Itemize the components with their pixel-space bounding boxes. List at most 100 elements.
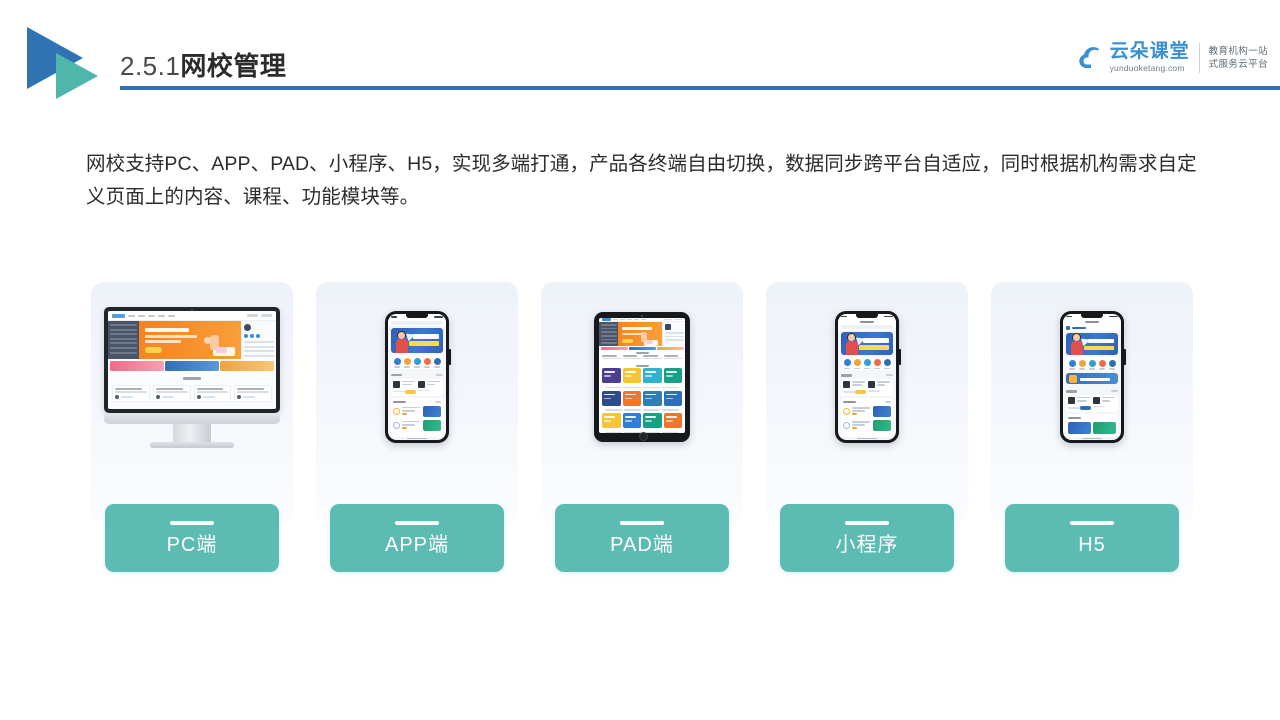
phone-notch xyxy=(1081,314,1103,318)
platform-label-text: H5 xyxy=(1078,533,1106,556)
imac-stand-neck xyxy=(173,424,211,443)
mock-category xyxy=(843,359,851,370)
platform-card-app[interactable]: APP端 xyxy=(316,282,518,572)
title-underline-rule xyxy=(120,86,1280,90)
mock-course-list xyxy=(391,397,443,438)
mock-course-item xyxy=(393,380,416,394)
smartphone-icon xyxy=(385,311,451,443)
platform-card-pad[interactable]: PAD端 xyxy=(541,282,743,572)
device-mockup-phone-miniapp xyxy=(766,282,968,472)
platform-card-h5[interactable]: H5 xyxy=(991,282,1193,572)
platform-label-miniapp[interactable]: 小程序 xyxy=(780,504,954,572)
mock-nav-item xyxy=(168,314,175,317)
phone-screen xyxy=(388,314,446,440)
platform-card-miniapp[interactable]: 小程序 xyxy=(766,282,968,572)
cloud-icon xyxy=(1078,45,1108,71)
smartphone-icon xyxy=(835,311,901,443)
mock-course-card xyxy=(152,385,191,402)
brand-name-cn: 云朵课堂 xyxy=(1109,41,1190,62)
mock-category xyxy=(883,359,891,370)
mock-tile-row xyxy=(602,413,682,428)
tablet-icon xyxy=(594,312,690,442)
tablet-home-button[interactable] xyxy=(638,431,648,441)
mock-category xyxy=(1098,359,1106,370)
device-mockup-tablet xyxy=(541,282,743,472)
mock-hero-banner xyxy=(1066,332,1118,356)
mock-category xyxy=(873,359,881,370)
mock-category xyxy=(393,357,401,368)
mock-course-row xyxy=(841,378,893,396)
mock-category xyxy=(1088,359,1096,370)
mock-list-item xyxy=(843,406,891,418)
mock-category xyxy=(1068,359,1076,370)
mock-nav-item xyxy=(158,314,165,317)
device-mockup-imac xyxy=(91,282,293,472)
mock-list-item xyxy=(393,420,441,432)
platform-card-row: PC端 APP端 PAD端 小程序 H5 xyxy=(91,282,1193,572)
mock-pad-sidebar xyxy=(599,322,618,346)
platform-label-text: 小程序 xyxy=(835,533,899,556)
mock-banner-illustration xyxy=(191,325,237,356)
phone-screen xyxy=(1063,314,1121,440)
mock-category xyxy=(1078,359,1086,370)
platform-label-app[interactable]: APP端 xyxy=(330,504,504,572)
label-divider-dash xyxy=(1070,520,1114,525)
mock-course-list xyxy=(1066,413,1118,438)
brand-domain: yunduoketang.com xyxy=(1109,63,1185,73)
mock-course-card xyxy=(234,385,272,402)
phone-home-indicator xyxy=(838,437,896,440)
mock-search-bar xyxy=(838,324,896,331)
platform-label-pc[interactable]: PC端 xyxy=(105,504,279,572)
mock-course-row xyxy=(391,378,443,396)
mock-course-list xyxy=(108,385,276,402)
platform-label-text: APP端 xyxy=(384,533,450,556)
page-title: 2.5.1网校管理 xyxy=(120,46,286,83)
platform-label-text: PAD端 xyxy=(610,533,674,556)
mock-hero-banner xyxy=(391,328,443,353)
mock-pc-section xyxy=(108,372,276,409)
brand-logo: 云朵课堂 yunduoketang.com xyxy=(1078,42,1190,74)
mock-course-item xyxy=(843,380,866,394)
mock-tile-row xyxy=(602,368,682,383)
mock-pad-aside xyxy=(662,322,685,346)
double-triangle-play-logo xyxy=(27,27,111,99)
platform-label-pad[interactable]: PAD端 xyxy=(555,504,729,572)
logo-triangle-teal xyxy=(56,53,98,99)
brand-tagline-line2: 式服务云平台 xyxy=(1208,59,1268,70)
brand-text: 云朵课堂 yunduoketang.com xyxy=(1110,42,1190,74)
mock-pc-banner xyxy=(139,321,241,359)
mock-thumb-row xyxy=(1068,422,1116,435)
mock-pad-course-row xyxy=(599,355,685,364)
mock-section-header xyxy=(391,371,443,379)
mock-site-logo xyxy=(1066,325,1070,330)
mock-course-row xyxy=(1066,394,1118,412)
mock-category xyxy=(863,359,871,370)
imac-screen-content xyxy=(108,311,276,409)
platform-label-h5[interactable]: H5 xyxy=(1005,504,1179,572)
mock-course-item xyxy=(868,380,891,394)
mock-pad-tile-grid xyxy=(599,368,685,433)
mock-pad-hero xyxy=(599,322,685,346)
mock-category-row xyxy=(841,356,893,370)
label-divider-dash xyxy=(395,520,439,525)
phone-home-indicator xyxy=(1063,437,1121,440)
mock-category xyxy=(853,359,861,370)
brand-divider xyxy=(1198,43,1200,73)
label-divider-dash xyxy=(845,520,889,525)
label-divider-dash xyxy=(620,520,664,525)
mock-course-item xyxy=(418,380,441,394)
mock-pc-hero xyxy=(108,321,276,359)
smartphone-icon xyxy=(1060,311,1126,443)
mock-search-bar xyxy=(388,319,446,327)
mock-pc-logo xyxy=(112,313,125,318)
mock-pc-navbar xyxy=(108,311,276,321)
mock-category-row xyxy=(391,354,443,370)
device-mockup-phone-app xyxy=(316,282,518,472)
mock-section-header xyxy=(1066,388,1118,395)
imac-screen xyxy=(104,307,280,413)
platform-card-pc[interactable]: PC端 xyxy=(91,282,293,572)
mock-course-item xyxy=(1068,396,1091,410)
mock-pad-banner xyxy=(618,322,662,346)
mock-category xyxy=(423,357,431,368)
mock-pc-sidebar xyxy=(108,321,139,359)
